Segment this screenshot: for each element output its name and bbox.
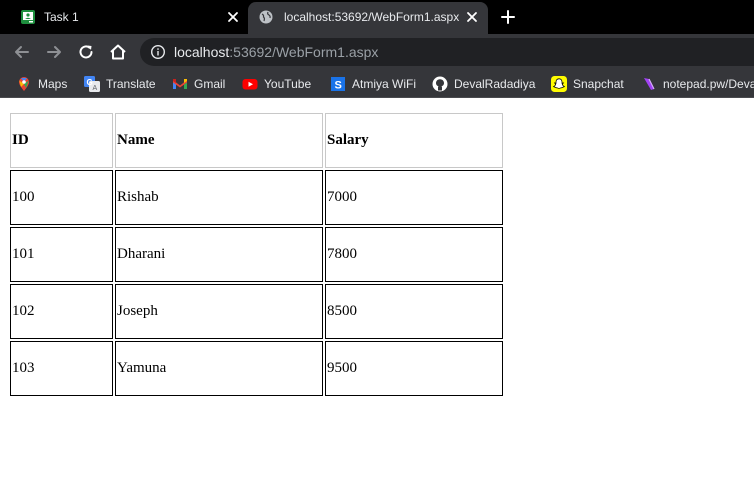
cell-id: 101 (10, 227, 113, 282)
cell-salary: 9500 (325, 341, 503, 396)
bookmark-gmail[interactable]: Gmail (172, 76, 225, 92)
notepad-icon (644, 78, 655, 90)
bookmark-label: YouTube (264, 77, 312, 91)
bookmark-label: notepad.pw/Deva (663, 77, 754, 91)
reload-icon[interactable] (76, 42, 96, 62)
bookmark-youtube[interactable]: YouTube (242, 76, 311, 92)
bookmark-label: DevalRadadiya (454, 77, 536, 91)
classroom-icon (21, 10, 35, 24)
github-icon (432, 76, 448, 92)
bookmark-label: Atmiya WiFi (352, 77, 416, 91)
column-header-name: Name (115, 113, 323, 168)
new-tab-button[interactable] (500, 9, 516, 25)
tab-title: localhost:53692/WebForm1.aspx (284, 10, 460, 24)
address-bar[interactable]: localhost:53692/WebForm1.aspx (140, 38, 754, 66)
tab-webform1[interactable]: localhost:53692/WebForm1.aspx (248, 2, 488, 34)
cell-id: 100 (10, 170, 113, 225)
employee-table: ID Name Salary 100 Rishab 7000 101 Dhara… (8, 111, 505, 398)
forward-arrow-icon[interactable] (44, 42, 64, 62)
close-tab-icon[interactable] (226, 10, 240, 24)
youtube-icon (242, 79, 258, 90)
gmail-icon (173, 79, 187, 89)
back-arrow-icon[interactable] (12, 42, 32, 62)
table-row: 101 Dharani 7800 (10, 227, 503, 282)
translate-icon: G A (84, 76, 100, 92)
url-text: localhost:53692/WebForm1.aspx (174, 44, 378, 60)
globe-icon (259, 10, 273, 24)
bookmark-snapchat[interactable]: Snapchat (551, 76, 624, 92)
browser-toolbar: localhost:53692/WebForm1.aspx (0, 34, 754, 70)
bookmark-atmiya-wifi[interactable]: S Atmiya WiFi (330, 76, 416, 92)
svg-text:S: S (335, 80, 342, 92)
page-viewport: ID Name Salary 100 Rishab 7000 101 Dhara… (0, 99, 754, 493)
url-host: localhost (174, 44, 230, 60)
bookmark-label: Translate (106, 77, 156, 91)
url-path: :53692/WebForm1.aspx (229, 44, 379, 60)
info-icon[interactable] (150, 44, 166, 60)
bookmark-devalradadiya[interactable]: DevalRadadiya (432, 76, 535, 92)
svg-text:A: A (93, 85, 98, 92)
bookmark-maps[interactable]: Maps (16, 76, 67, 92)
bookmarks-bar: Maps G A Translate Gmail YouTube S Atmiy… (0, 70, 754, 98)
table-row: 102 Joseph 8500 (10, 284, 503, 339)
tab-strip: Task 1 localhost:53692/WebForm1.aspx (0, 0, 754, 34)
cell-salary: 7000 (325, 170, 503, 225)
table-row: 100 Rishab 7000 (10, 170, 503, 225)
column-header-id: ID (10, 113, 113, 168)
close-tab-icon[interactable] (465, 10, 479, 24)
tab-task-1[interactable]: Task 1 (0, 0, 248, 34)
cell-name: Yamuna (115, 341, 323, 396)
column-header-salary: Salary (325, 113, 503, 168)
bookmark-label: Maps (38, 77, 68, 91)
cell-name: Joseph (115, 284, 323, 339)
cell-id: 102 (10, 284, 113, 339)
cell-id: 103 (10, 341, 113, 396)
bookmark-notepad[interactable]: notepad.pw/Deva (641, 76, 754, 92)
tab-title: Task 1 (44, 10, 79, 24)
cell-name: Dharani (115, 227, 323, 282)
cell-salary: 7800 (325, 227, 503, 282)
cell-salary: 8500 (325, 284, 503, 339)
home-icon[interactable] (108, 42, 128, 62)
bookmark-label: Gmail (194, 77, 226, 91)
s-logo-icon: S (331, 77, 345, 92)
table-row: 103 Yamuna 9500 (10, 341, 503, 396)
bookmark-translate[interactable]: G A Translate (84, 76, 156, 92)
snapchat-icon (551, 76, 567, 92)
table-header-row: ID Name Salary (10, 113, 503, 168)
bookmark-label: Snapchat (573, 77, 624, 91)
cell-name: Rishab (115, 170, 323, 225)
maps-pin-icon (19, 77, 29, 91)
